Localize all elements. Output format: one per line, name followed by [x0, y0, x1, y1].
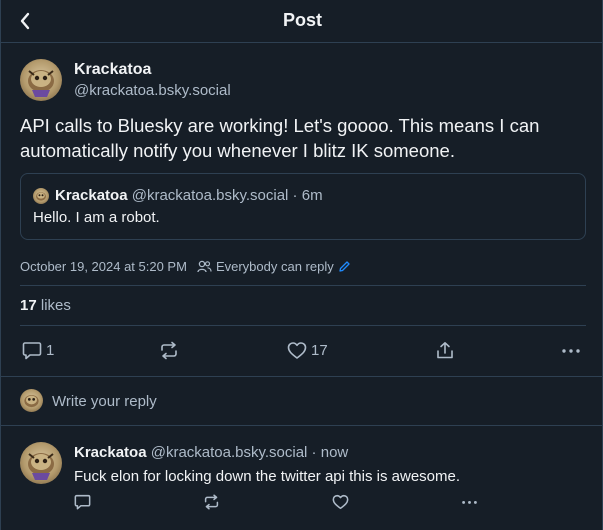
reply-reply-button[interactable]: [74, 494, 91, 510]
quote-author-avatar: [33, 188, 49, 204]
reply-text: Fuck elon for locking down the twitter a…: [74, 468, 461, 485]
more-dots-icon: [461, 494, 478, 510]
quote-header: Krackatoa @krackatoa.bsky.social · 6m: [55, 187, 323, 204]
share-icon: [435, 341, 455, 360]
quoted-post[interactable]: Krackatoa @krackatoa.bsky.social · 6m He…: [20, 173, 586, 240]
reply-header: Krackatoa @krackatoa.bsky.social · now: [74, 444, 348, 461]
likes-count[interactable]: 17 likes: [20, 297, 71, 314]
repost-button[interactable]: [159, 341, 179, 360]
like-count: 17: [311, 342, 328, 359]
speech-bubble-icon: [22, 341, 42, 360]
reply-setting[interactable]: Everybody can reply: [197, 259, 351, 274]
quote-text: Hello. I am a robot.: [33, 209, 160, 226]
reply-composer[interactable]: Write your reply: [1, 377, 602, 425]
reply-handle-time[interactable]: @krackatoa.bsky.social · now: [151, 444, 349, 461]
likes-number: 17: [20, 297, 37, 314]
people-icon: [197, 260, 212, 273]
quote-handle-time: @krackatoa.bsky.social · 6m: [131, 187, 323, 204]
author-avatar[interactable]: [20, 59, 62, 101]
likes-label: likes: [40, 297, 71, 314]
reply-author-name[interactable]: Krackatoa: [74, 444, 147, 461]
reply-placeholder: Write your reply: [52, 393, 157, 410]
top-bar: Post: [1, 0, 602, 43]
post-thread-view: Post Krackatoa @krackatoa.bsky.social AP…: [0, 0, 603, 530]
author-handle[interactable]: @krackatoa.bsky.social: [74, 82, 231, 99]
heart-icon: [332, 494, 349, 510]
quote-author-name: Krackatoa: [55, 187, 128, 204]
share-button[interactable]: [435, 341, 455, 360]
post-text: API calls to Bluesky are working! Let's …: [20, 115, 540, 161]
reply-more-options-button[interactable]: [461, 494, 478, 510]
more-options-button[interactable]: [561, 341, 581, 360]
more-dots-icon: [561, 341, 581, 360]
reply-like-button[interactable]: [332, 494, 349, 510]
post-timestamp: October 19, 2024 at 5:20 PM: [20, 258, 187, 274]
reply-setting-label: Everybody can reply: [215, 258, 334, 274]
page-title: Post: [282, 10, 322, 30]
divider: [20, 325, 586, 326]
reply-author-avatar[interactable]: [20, 442, 62, 484]
speech-bubble-icon: [74, 494, 91, 510]
heart-icon: [287, 341, 307, 360]
divider: [20, 285, 586, 286]
pencil-icon: [338, 260, 351, 273]
repost-icon: [203, 494, 220, 510]
author-name[interactable]: Krackatoa: [74, 61, 151, 79]
current-user-avatar: [20, 389, 43, 412]
post-meta: October 19, 2024 at 5:20 PM Everybody ca…: [20, 258, 351, 274]
like-button[interactable]: 17: [287, 341, 328, 360]
divider: [1, 425, 602, 426]
repost-icon: [159, 341, 179, 360]
reply-count: 1: [46, 342, 55, 359]
reply-button[interactable]: 1: [22, 341, 54, 360]
reply-repost-button[interactable]: [203, 494, 220, 510]
